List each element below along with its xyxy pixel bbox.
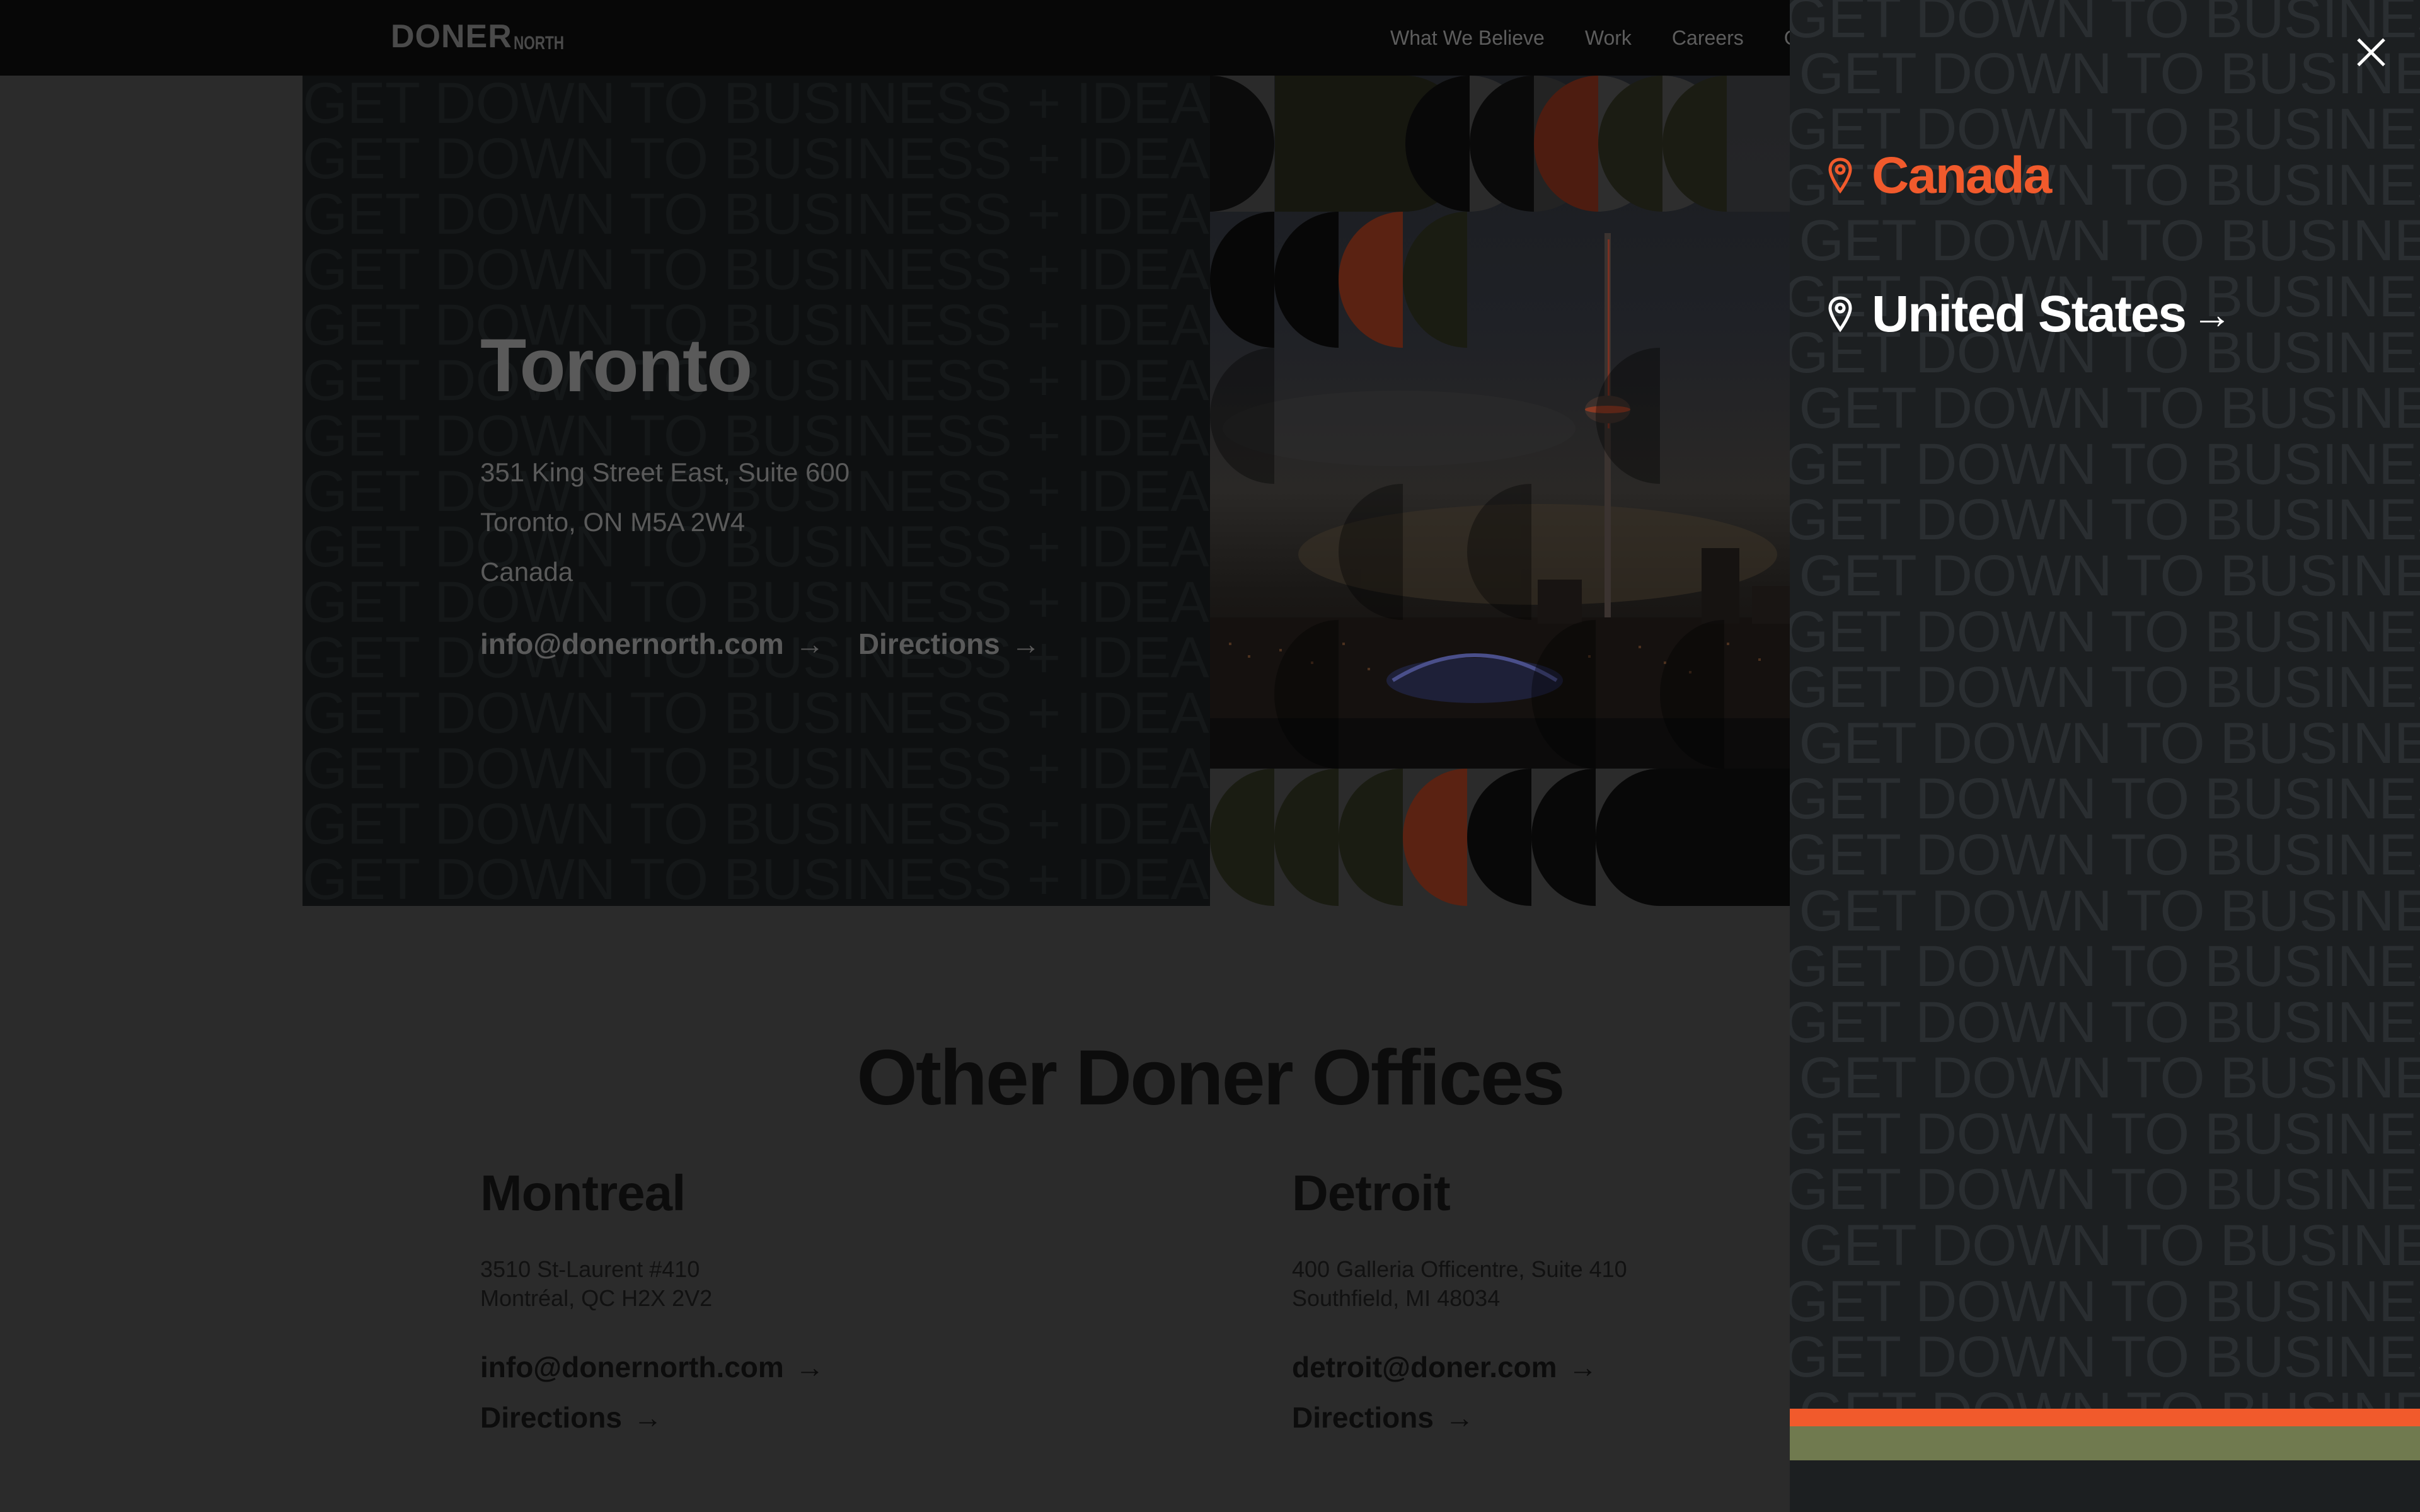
country-label: Canada xyxy=(1872,147,2052,204)
arrow-right-icon: → xyxy=(1444,1401,1474,1434)
building xyxy=(1752,586,1790,624)
arrow-right-icon: → xyxy=(795,627,824,660)
office-detroit: Detroit 400 Galleria Officentre, Suite 4… xyxy=(1292,1168,1627,1443)
panel-background-pattern: GET DOWN TO BUSINESS + IDEAS THAT GET DO… xyxy=(1790,0,2420,1512)
office-directions-link[interactable]: Directions → xyxy=(1292,1392,1627,1443)
nav-careers[interactable]: Careers xyxy=(1672,26,1744,50)
building xyxy=(1538,580,1582,624)
office-email-label: detroit@doner.com xyxy=(1292,1351,1557,1383)
cloud xyxy=(1223,391,1576,466)
skyline-mosaic xyxy=(1210,76,1790,906)
page-title: Toronto xyxy=(480,323,752,408)
arrow-right-icon: → xyxy=(1011,627,1040,660)
nav-what-we-believe[interactable]: What We Believe xyxy=(1390,26,1545,50)
directions-link-label: Directions xyxy=(858,627,1000,660)
arrow-right-icon: → xyxy=(633,1401,662,1434)
office-montreal: Montreal 3510 St-Laurent #410 Montréal, … xyxy=(480,1168,824,1443)
toronto-skyline-image xyxy=(1210,76,1790,906)
office-directions-link[interactable]: Directions → xyxy=(480,1392,824,1443)
address-line-1: 351 King Street East, Suite 600 xyxy=(480,457,850,487)
arrow-right-icon: → xyxy=(2192,292,2232,337)
decorative-stripe-orange xyxy=(1790,1409,2420,1426)
building xyxy=(1702,548,1739,624)
office-directions-label: Directions xyxy=(480,1401,622,1434)
mosaic-bottom-row xyxy=(1210,769,1790,906)
office-address-line-1: 400 Galleria Officentre, Suite 410 xyxy=(1292,1256,1627,1282)
office-email-link[interactable]: info@donernorth.com → xyxy=(480,1342,824,1392)
hero-section: GET DOWN TO BUSINESS + IDEAS THAT GET DO… xyxy=(302,76,1790,906)
email-link[interactable]: info@donernorth.com → xyxy=(480,627,824,661)
email-link-label: info@donernorth.com xyxy=(480,627,784,660)
address-line-2: Toronto, ON M5A 2W4 xyxy=(480,507,746,537)
location-switcher-panel: GET DOWN TO BUSINESS + IDEAS THAT GET DO… xyxy=(1790,0,2420,1512)
logo[interactable]: DONER NORTH xyxy=(391,18,580,55)
office-email-label: info@donernorth.com xyxy=(480,1351,784,1383)
hero-links: info@donernorth.com → Directions → xyxy=(480,627,1040,661)
directions-link[interactable]: Directions → xyxy=(858,627,1040,661)
logo-main-text: DONER xyxy=(391,18,512,55)
country-canada[interactable]: Canada xyxy=(1828,146,2052,205)
office-address-line-1: 3510 St-Laurent #410 xyxy=(480,1256,700,1282)
logo-sub-text: NORTH xyxy=(513,33,564,54)
office-email-link[interactable]: detroit@doner.com → xyxy=(1292,1342,1627,1392)
office-address-line-2: Southfield, MI 48034 xyxy=(1292,1285,1501,1311)
office-name: Detroit xyxy=(1292,1165,1451,1221)
decorative-stripe-dark xyxy=(1790,1460,2420,1512)
office-name: Montreal xyxy=(480,1165,686,1221)
map-pin-icon xyxy=(1828,158,1852,194)
office-directions-label: Directions xyxy=(1292,1401,1434,1434)
close-icon[interactable] xyxy=(2356,37,2387,68)
country-label: United States xyxy=(1872,285,2187,343)
main-nav: What We Believe Work Careers Co xyxy=(1390,26,1809,50)
mosaic-second-row xyxy=(1210,212,1467,348)
address-line-3: Canada xyxy=(480,557,573,587)
arrow-right-icon: → xyxy=(1568,1351,1598,1383)
mosaic-top-row xyxy=(1210,76,1790,212)
country-united-states[interactable]: United States → xyxy=(1828,285,2232,344)
map-pin-icon xyxy=(1828,296,1852,333)
hero-content: Toronto 351 King Street East, Suite 600 … xyxy=(480,328,1040,661)
arrow-right-icon: → xyxy=(795,1351,824,1383)
hero-info-panel: GET DOWN TO BUSINESS + IDEAS THAT GET DO… xyxy=(302,76,1210,906)
nav-work[interactable]: Work xyxy=(1585,26,1632,50)
site-header: DONER NORTH What We Believe Work Careers… xyxy=(0,0,1809,76)
decorative-stripe-olive xyxy=(1790,1426,2420,1460)
office-address-line-2: Montréal, QC H2X 2V2 xyxy=(480,1285,713,1311)
